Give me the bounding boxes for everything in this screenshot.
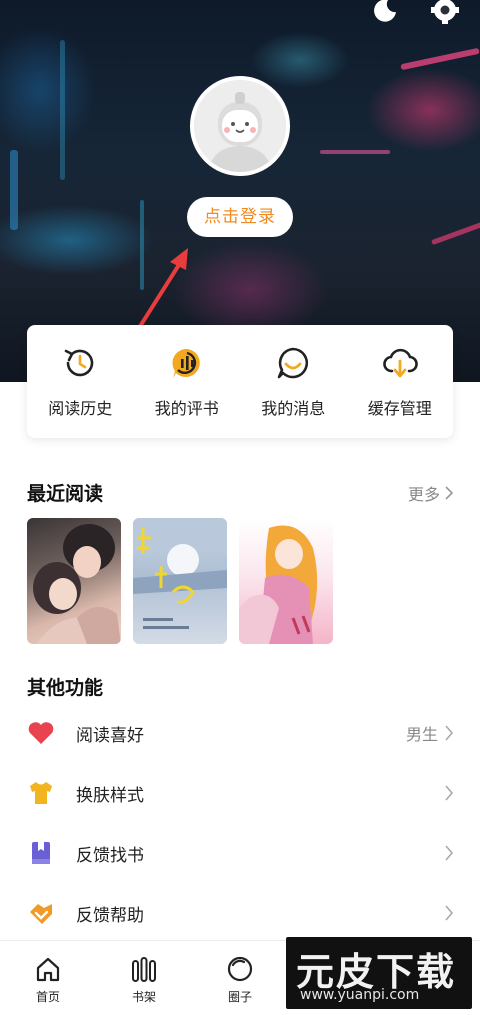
nav-home[interactable]: 首页	[0, 941, 96, 1015]
more-link[interactable]: 更多	[408, 481, 454, 505]
neon-light	[60, 40, 65, 180]
default-avatar-icon	[194, 80, 286, 172]
book-icon	[32, 842, 50, 864]
history-icon	[64, 349, 94, 377]
quick-action-label: 我的评书	[154, 399, 219, 418]
cache-management-button[interactable]: 缓存管理	[347, 325, 454, 438]
home-icon	[36, 957, 60, 982]
list-value: 男生	[405, 725, 438, 744]
night-mode-moon-icon[interactable]	[370, 0, 400, 26]
book-cover[interactable]	[133, 518, 227, 644]
avatar[interactable]	[190, 76, 290, 176]
list-label: 阅读喜好	[76, 725, 144, 746]
list-label: 反馈找书	[76, 845, 144, 866]
recent-reading-title: 最近阅读	[27, 483, 104, 505]
skin-style-row[interactable]: 换肤样式	[0, 763, 480, 823]
shirt-icon	[30, 782, 52, 804]
list-label: 换肤样式	[76, 785, 144, 806]
nav-label: 首页	[35, 990, 60, 1004]
bookshelf-icon	[132, 957, 156, 982]
quick-action-label: 阅读历史	[48, 399, 113, 418]
reading-preference-row[interactable]: 阅读喜好 男生	[0, 703, 480, 763]
help-icon	[30, 904, 52, 924]
book-cover[interactable]	[239, 518, 333, 644]
chevron-right-icon	[445, 845, 454, 861]
my-reviews-button[interactable]: 我的评书	[134, 325, 241, 438]
message-icon	[277, 347, 309, 379]
book-cover-art	[133, 518, 227, 629]
quick-action-label: 缓存管理	[367, 399, 432, 418]
other-functions-title: 其他功能	[27, 677, 104, 699]
book-cover-art	[33, 524, 121, 644]
chevron-right-icon	[445, 486, 454, 500]
reading-history-button[interactable]: 阅读历史	[27, 325, 134, 438]
neon-light	[430, 219, 480, 246]
watermark-url: www.yuanpi.com	[300, 987, 420, 1003]
site-watermark: 元皮下载 www.yuanpi.com	[286, 937, 472, 1009]
quick-actions-card: 阅读历史 我的评书 我的消息 缓存管理	[27, 325, 453, 438]
my-messages-button[interactable]: 我的消息	[240, 325, 347, 438]
nav-bookshelf[interactable]: 书架	[96, 941, 192, 1015]
neon-light	[400, 47, 480, 71]
chevron-right-icon	[445, 905, 454, 921]
nav-circle[interactable]: 圈子	[192, 941, 288, 1015]
comment-icon	[172, 348, 200, 378]
chevron-right-icon	[445, 785, 454, 801]
neon-light	[10, 150, 18, 230]
book-cover[interactable]	[27, 518, 121, 644]
chevron-right-icon	[445, 725, 454, 741]
list-label: 反馈帮助	[76, 905, 144, 926]
login-button[interactable]: 点击登录	[187, 197, 293, 237]
settings-gear-icon[interactable]	[430, 0, 460, 26]
more-label: 更多	[407, 485, 440, 504]
neon-light	[320, 150, 390, 154]
feedback-help-row[interactable]: 反馈帮助	[0, 883, 480, 943]
quick-action-label: 我的消息	[261, 399, 326, 418]
circle-icon	[227, 956, 253, 982]
cloud-download-icon	[382, 348, 418, 378]
book-cover-art	[239, 525, 318, 644]
feedback-find-book-row[interactable]: 反馈找书	[0, 823, 480, 883]
heart-icon	[28, 722, 54, 744]
nav-label: 圈子	[227, 990, 252, 1004]
nav-label: 书架	[131, 990, 156, 1004]
